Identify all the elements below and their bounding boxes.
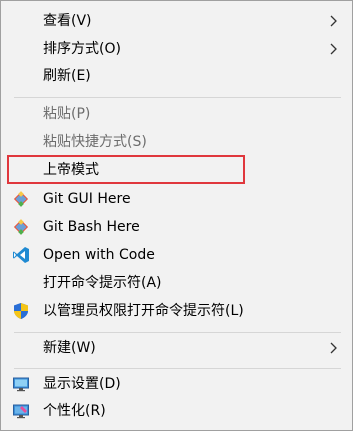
menu-item-label: Open with Code [43, 247, 155, 263]
menu-item-label: Git GUI Here [43, 191, 131, 207]
chevron-right-icon [330, 342, 337, 354]
menu-item-personalize[interactable]: 个性化(R) [1, 399, 352, 423]
menu-item-label: 打开命令提示符(A) [43, 275, 162, 291]
menu-item-label: 新建(W) [43, 340, 96, 356]
menu-item-label: 显示设置(D) [43, 376, 121, 392]
menu-item-label: Git Bash Here [43, 219, 140, 235]
menu-item-git-gui-here[interactable]: Git GUI Here [1, 187, 352, 211]
menu-item-refresh[interactable]: 刷新(E) [1, 64, 352, 88]
menu-item-open-admin-command-prompt[interactable]: 以管理员权限打开命令提示符(L) [1, 299, 352, 323]
chevron-right-icon [330, 15, 337, 27]
menu-item-sort-by[interactable]: 排序方式(O) [1, 37, 352, 61]
git-bash-icon [13, 219, 29, 235]
desktop-context-menu: 查看(V) 排序方式(O) 刷新(E) 粘贴(P) 粘贴快捷方式(S) 上帝模式… [0, 0, 353, 431]
menu-item-label: 以管理员权限打开命令提示符(L) [43, 303, 244, 319]
personalize-icon [13, 404, 29, 419]
menu-item-paste-shortcut[interactable]: 粘贴快捷方式(S) [1, 130, 352, 154]
menu-item-label: 粘贴(P) [43, 106, 91, 122]
display-settings-icon [13, 377, 29, 392]
vscode-icon [13, 247, 29, 263]
chevron-right-icon [330, 43, 337, 55]
menu-item-label: 个性化(R) [43, 403, 106, 419]
highlight-box [7, 155, 245, 184]
menu-item-new[interactable]: 新建(W) [1, 336, 352, 360]
uac-shield-icon [14, 303, 28, 319]
menu-separator [14, 332, 341, 333]
menu-item-view[interactable]: 查看(V) [1, 9, 352, 33]
menu-separator [14, 97, 341, 98]
menu-item-label: 排序方式(O) [43, 41, 121, 57]
menu-item-label: 粘贴快捷方式(S) [43, 134, 147, 150]
menu-item-label: 刷新(E) [43, 68, 91, 84]
menu-separator [14, 368, 341, 369]
menu-item-open-command-prompt[interactable]: 打开命令提示符(A) [1, 271, 352, 295]
menu-item-paste[interactable]: 粘贴(P) [1, 102, 352, 126]
menu-item-open-with-code[interactable]: Open with Code [1, 243, 352, 267]
menu-item-label: 查看(V) [43, 13, 92, 29]
menu-item-display-settings[interactable]: 显示设置(D) [1, 372, 352, 396]
menu-item-git-bash-here[interactable]: Git Bash Here [1, 215, 352, 239]
git-gui-icon [13, 191, 29, 207]
